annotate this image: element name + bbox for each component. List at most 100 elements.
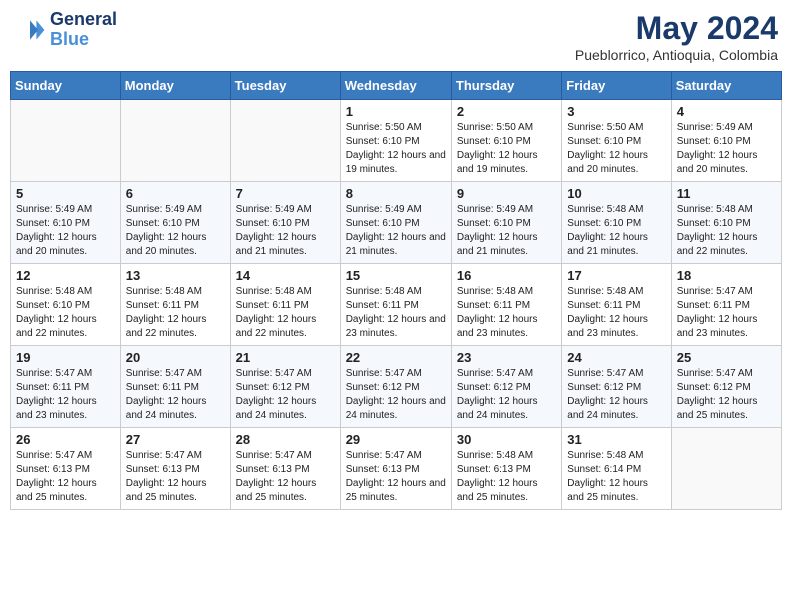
calendar-header-sunday: Sunday xyxy=(11,72,121,100)
day-info: Sunrise: 5:49 AM Sunset: 6:10 PM Dayligh… xyxy=(457,203,556,259)
month-year-title: May 2024 xyxy=(575,10,778,47)
day-info: Sunrise: 5:47 AM Sunset: 6:12 PM Dayligh… xyxy=(677,367,776,423)
calendar-cell: 31Sunrise: 5:48 AM Sunset: 6:14 PM Dayli… xyxy=(562,428,671,510)
day-number: 15 xyxy=(346,268,446,283)
title-area: May 2024 Pueblorrico, Antioquia, Colombi… xyxy=(575,10,778,63)
day-number: 23 xyxy=(457,350,556,365)
logo-icon xyxy=(14,14,46,46)
calendar-week-row: 1 Sunrise: 5:50 AM Sunset: 6:10 PM Daylig… xyxy=(11,100,782,182)
calendar-header-saturday: Saturday xyxy=(671,72,781,100)
day-number: 1 xyxy=(346,104,446,119)
day-info: Sunrise: 5:47 AM Sunset: 6:11 PM Dayligh… xyxy=(677,285,776,341)
day-info: Sunrise: 5:47 AM Sunset: 6:13 PM Dayligh… xyxy=(236,449,335,505)
day-info: Sunrise: 5:47 AM Sunset: 6:11 PM Dayligh… xyxy=(16,367,115,423)
calendar-cell: 17Sunrise: 5:48 AM Sunset: 6:11 PM Dayli… xyxy=(562,264,671,346)
day-info: Sunrise: 5:50 AM Sunset: 6:10 PM Dayligh… xyxy=(346,121,446,177)
calendar-cell xyxy=(11,100,121,182)
calendar-cell xyxy=(230,100,340,182)
day-number: 25 xyxy=(677,350,776,365)
logo: GeneralBlue xyxy=(14,10,117,50)
calendar-cell: 8Sunrise: 5:49 AM Sunset: 6:10 PM Daylig… xyxy=(340,182,451,264)
day-number: 3 xyxy=(567,104,665,119)
day-number: 4 xyxy=(677,104,776,119)
day-info: Sunrise: 5:48 AM Sunset: 6:11 PM Dayligh… xyxy=(126,285,225,341)
day-number: 7 xyxy=(236,186,335,201)
calendar-cell: 9 Sunrise: 5:49 AM Sunset: 6:10 PM Daylig… xyxy=(451,182,561,264)
calendar-header-wednesday: Wednesday xyxy=(340,72,451,100)
calendar-cell xyxy=(671,428,781,510)
calendar-cell: 4 Sunrise: 5:49 AM Sunset: 6:10 PM Daylig… xyxy=(671,100,781,182)
day-number: 6 xyxy=(126,186,225,201)
calendar-cell: 16Sunrise: 5:48 AM Sunset: 6:11 PM Dayli… xyxy=(451,264,561,346)
day-number: 14 xyxy=(236,268,335,283)
day-number: 11 xyxy=(677,186,776,201)
day-info: Sunrise: 5:48 AM Sunset: 6:14 PM Dayligh… xyxy=(567,449,665,505)
day-info: Sunrise: 5:47 AM Sunset: 6:12 PM Dayligh… xyxy=(567,367,665,423)
calendar-cell xyxy=(120,100,230,182)
calendar-cell: 10Sunrise: 5:48 AM Sunset: 6:10 PM Dayli… xyxy=(562,182,671,264)
day-info: Sunrise: 5:48 AM Sunset: 6:13 PM Dayligh… xyxy=(457,449,556,505)
day-number: 9 xyxy=(457,186,556,201)
calendar-cell: 2 Sunrise: 5:50 AM Sunset: 6:10 PM Daylig… xyxy=(451,100,561,182)
day-number: 29 xyxy=(346,432,446,447)
day-info: Sunrise: 5:49 AM Sunset: 6:10 PM Dayligh… xyxy=(126,203,225,259)
calendar-header-thursday: Thursday xyxy=(451,72,561,100)
calendar-week-row: 26 Sunrise: 5:47 AM Sunset: 6:13 PM Dayli… xyxy=(11,428,782,510)
calendar-cell: 22 Sunrise: 5:47 AM Sunset: 6:12 PM Dayli… xyxy=(340,346,451,428)
day-number: 8 xyxy=(346,186,446,201)
day-number: 17 xyxy=(567,268,665,283)
day-number: 22 xyxy=(346,350,446,365)
calendar-cell: 25 Sunrise: 5:47 AM Sunset: 6:12 PM Dayli… xyxy=(671,346,781,428)
calendar-cell: 20 Sunrise: 5:47 AM Sunset: 6:11 PM Dayli… xyxy=(120,346,230,428)
day-number: 2 xyxy=(457,104,556,119)
day-info: Sunrise: 5:48 AM Sunset: 6:10 PM Dayligh… xyxy=(677,203,776,259)
calendar-header-friday: Friday xyxy=(562,72,671,100)
calendar-header-row: SundayMondayTuesdayWednesdayThursdayFrid… xyxy=(11,72,782,100)
calendar-cell: 5Sunrise: 5:49 AM Sunset: 6:10 PM Daylig… xyxy=(11,182,121,264)
calendar-cell: 15 Sunrise: 5:48 AM Sunset: 6:11 PM Dayli… xyxy=(340,264,451,346)
day-number: 26 xyxy=(16,432,115,447)
calendar-cell: 6 Sunrise: 5:49 AM Sunset: 6:10 PM Daylig… xyxy=(120,182,230,264)
calendar-cell: 23 Sunrise: 5:47 AM Sunset: 6:12 PM Dayli… xyxy=(451,346,561,428)
day-number: 28 xyxy=(236,432,335,447)
logo-text-blue: Blue xyxy=(50,29,89,49)
day-number: 12 xyxy=(16,268,115,283)
calendar-week-row: 19 Sunrise: 5:47 AM Sunset: 6:11 PM Dayli… xyxy=(11,346,782,428)
day-number: 21 xyxy=(236,350,335,365)
day-number: 18 xyxy=(677,268,776,283)
day-info: Sunrise: 5:49 AM Sunset: 6:10 PM Dayligh… xyxy=(677,121,776,177)
day-info: Sunrise: 5:49 AM Sunset: 6:10 PM Dayligh… xyxy=(16,203,115,259)
day-info: Sunrise: 5:47 AM Sunset: 6:12 PM Dayligh… xyxy=(457,367,556,423)
calendar-cell: 3 Sunrise: 5:50 AM Sunset: 6:10 PM Daylig… xyxy=(562,100,671,182)
day-number: 20 xyxy=(126,350,225,365)
day-info: Sunrise: 5:50 AM Sunset: 6:10 PM Dayligh… xyxy=(567,121,665,177)
day-info: Sunrise: 5:47 AM Sunset: 6:12 PM Dayligh… xyxy=(236,367,335,423)
day-number: 19 xyxy=(16,350,115,365)
day-info: Sunrise: 5:48 AM Sunset: 6:10 PM Dayligh… xyxy=(567,203,665,259)
day-info: Sunrise: 5:48 AM Sunset: 6:11 PM Dayligh… xyxy=(457,285,556,341)
day-info: Sunrise: 5:48 AM Sunset: 6:10 PM Dayligh… xyxy=(16,285,115,341)
day-info: Sunrise: 5:49 AM Sunset: 6:10 PM Dayligh… xyxy=(236,203,335,259)
day-info: Sunrise: 5:47 AM Sunset: 6:11 PM Dayligh… xyxy=(126,367,225,423)
day-info: Sunrise: 5:48 AM Sunset: 6:11 PM Dayligh… xyxy=(346,285,446,341)
day-number: 30 xyxy=(457,432,556,447)
calendar-week-row: 5Sunrise: 5:49 AM Sunset: 6:10 PM Daylig… xyxy=(11,182,782,264)
calendar-cell: 27 Sunrise: 5:47 AM Sunset: 6:13 PM Dayli… xyxy=(120,428,230,510)
calendar-cell: 12 Sunrise: 5:48 AM Sunset: 6:10 PM Dayli… xyxy=(11,264,121,346)
day-info: Sunrise: 5:47 AM Sunset: 6:12 PM Dayligh… xyxy=(346,367,446,423)
calendar-header-tuesday: Tuesday xyxy=(230,72,340,100)
calendar-cell: 13Sunrise: 5:48 AM Sunset: 6:11 PM Dayli… xyxy=(120,264,230,346)
day-info: Sunrise: 5:50 AM Sunset: 6:10 PM Dayligh… xyxy=(457,121,556,177)
day-number: 27 xyxy=(126,432,225,447)
logo-text-general: GeneralBlue xyxy=(50,10,117,50)
day-info: Sunrise: 5:48 AM Sunset: 6:11 PM Dayligh… xyxy=(236,285,335,341)
calendar-cell: 18 Sunrise: 5:47 AM Sunset: 6:11 PM Dayli… xyxy=(671,264,781,346)
calendar-cell: 19 Sunrise: 5:47 AM Sunset: 6:11 PM Dayli… xyxy=(11,346,121,428)
calendar-cell: 29Sunrise: 5:47 AM Sunset: 6:13 PM Dayli… xyxy=(340,428,451,510)
calendar-cell: 28 Sunrise: 5:47 AM Sunset: 6:13 PM Dayli… xyxy=(230,428,340,510)
day-info: Sunrise: 5:47 AM Sunset: 6:13 PM Dayligh… xyxy=(16,449,115,505)
calendar-cell: 21 Sunrise: 5:47 AM Sunset: 6:12 PM Dayli… xyxy=(230,346,340,428)
calendar-table: SundayMondayTuesdayWednesdayThursdayFrid… xyxy=(10,71,782,510)
location-text: Pueblorrico, Antioquia, Colombia xyxy=(575,47,778,63)
day-info: Sunrise: 5:47 AM Sunset: 6:13 PM Dayligh… xyxy=(126,449,225,505)
